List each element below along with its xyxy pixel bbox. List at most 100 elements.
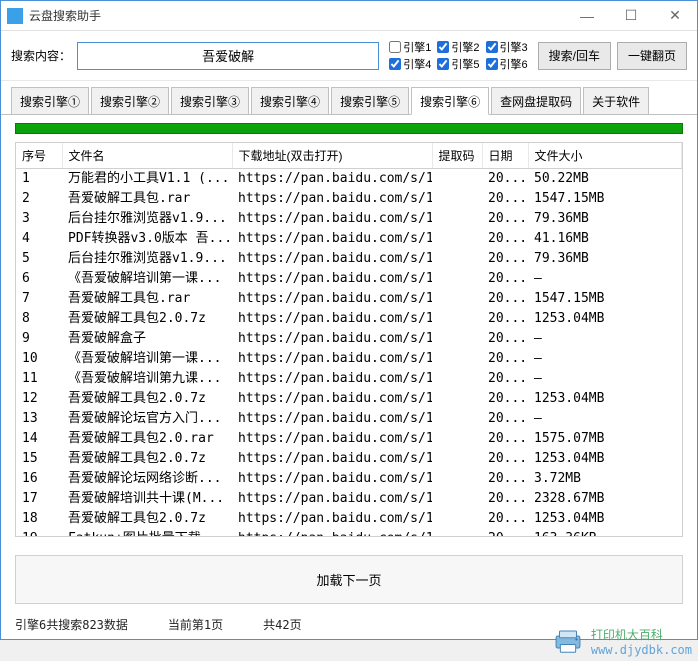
results-table: 序号 文件名 下载地址(双击打开) 提取码 日期 文件大小 1万能君的小工具V1… — [15, 142, 683, 537]
col-name[interactable]: 文件名 — [62, 143, 232, 169]
search-input[interactable] — [77, 42, 379, 70]
table-row[interactable]: 3后台挂尔雅浏览器v1.9...https://pan.baidu.com/s/… — [16, 209, 682, 229]
cell-seq: 19 — [16, 529, 62, 537]
cell-date: 20... — [482, 469, 528, 489]
cell-code — [432, 349, 482, 369]
minimize-button[interactable]: — — [565, 1, 609, 31]
cell-seq: 6 — [16, 269, 62, 289]
table-row[interactable]: 9吾爱破解盒子https://pan.baidu.com/s/1f...20..… — [16, 329, 682, 349]
engine-checkbox-6[interactable] — [486, 58, 498, 70]
cell-name: 吾爱破解论坛网络诊断... — [62, 469, 232, 489]
table-row[interactable]: 6《吾爱破解培训第一课...https://pan.baidu.com/s/14… — [16, 269, 682, 289]
col-code[interactable]: 提取码 — [432, 143, 482, 169]
table-row[interactable]: 12吾爱破解工具包2.0.7zhttps://pan.baidu.com/s/1… — [16, 389, 682, 409]
cell-name: 《吾爱破解培训第一课... — [62, 349, 232, 369]
engine-checkbox-4[interactable] — [389, 58, 401, 70]
table-row[interactable]: 18吾爱破解工具包2.0.7zhttps://pan.baidu.com/s/1… — [16, 509, 682, 529]
cell-url: https://pan.baidu.com/s/1P... — [232, 209, 432, 229]
cell-seq: 7 — [16, 289, 62, 309]
table-row[interactable]: 7吾爱破解工具包.rarhttps://pan.baidu.com/s/1m..… — [16, 289, 682, 309]
col-url[interactable]: 下载地址(双击打开) — [232, 143, 432, 169]
cell-url: https://pan.baidu.com/s/1p... — [232, 429, 432, 449]
cell-name: 吾爱破解工具包2.0.7z — [62, 309, 232, 329]
cell-name: PDF转换器v3.0版本 吾... — [62, 229, 232, 249]
table-row[interactable]: 16吾爱破解论坛网络诊断...https://pan.baidu.com/s/1… — [16, 469, 682, 489]
tab-4[interactable]: 搜索引擎⑤ — [331, 87, 409, 114]
cell-name: 《吾爱破解培训第一课... — [62, 269, 232, 289]
page-button[interactable]: 一键翻页 — [617, 42, 687, 70]
cell-size: 1253.04MB — [528, 449, 682, 469]
cell-code — [432, 269, 482, 289]
cell-name: 后台挂尔雅浏览器v1.9... — [62, 209, 232, 229]
cell-code — [432, 409, 482, 429]
col-date[interactable]: 日期 — [482, 143, 528, 169]
engine-check-3[interactable]: 引擎3 — [486, 39, 528, 55]
cell-code — [432, 209, 482, 229]
cell-code — [432, 329, 482, 349]
table-row[interactable]: 10《吾爱破解培训第一课...https://pan.baidu.com/s/1… — [16, 349, 682, 369]
load-more-button[interactable]: 加载下一页 — [15, 555, 683, 604]
cell-url: https://pan.baidu.com/s/1p... — [232, 169, 432, 190]
status-page: 当前第1页 — [168, 616, 223, 633]
col-seq[interactable]: 序号 — [16, 143, 62, 169]
table-row[interactable]: 8吾爱破解工具包2.0.7zhttps://pan.baidu.com/s/1T… — [16, 309, 682, 329]
tab-5[interactable]: 搜索引擎⑥ — [411, 87, 489, 115]
close-button[interactable]: ✕ — [653, 1, 697, 31]
cell-seq: 2 — [16, 189, 62, 209]
engine-checkbox-1[interactable] — [389, 41, 401, 53]
titlebar: 云盘搜索助手 — ☐ ✕ — [1, 1, 697, 31]
cell-size: 50.22MB — [528, 169, 682, 190]
tab-6[interactable]: 查网盘提取码 — [491, 87, 581, 114]
cell-name: 后台挂尔雅浏览器v1.9... — [62, 249, 232, 269]
watermark-url: www.djydbk.com — [591, 643, 692, 657]
tab-2[interactable]: 搜索引擎③ — [171, 87, 249, 114]
cell-code — [432, 169, 482, 190]
cell-date: 20... — [482, 369, 528, 389]
window-title: 云盘搜索助手 — [29, 7, 565, 24]
engine-checkbox-5[interactable] — [437, 58, 449, 70]
table-row[interactable]: 4PDF转换器v3.0版本 吾...https://pan.baidu.com/… — [16, 229, 682, 249]
table-row[interactable]: 17吾爱破解培训共十课(M...https://pan.baidu.com/s/… — [16, 489, 682, 509]
engine-label: 引擎3 — [500, 39, 528, 55]
table-row[interactable]: 13吾爱破解论坛官方入门...https://pan.baidu.com/s/1… — [16, 409, 682, 429]
engine-checkbox-3[interactable] — [486, 41, 498, 53]
table-row[interactable]: 5后台挂尔雅浏览器v1.9...https://pan.baidu.com/s/… — [16, 249, 682, 269]
table-row[interactable]: 2吾爱破解工具包.rarhttps://pan.baidu.com/s/1P..… — [16, 189, 682, 209]
cell-url: https://pan.baidu.com/s/1f... — [232, 329, 432, 349]
cell-size: — — [528, 369, 682, 389]
engine-check-2[interactable]: 引擎2 — [437, 39, 479, 55]
cell-date: 20... — [482, 249, 528, 269]
tab-1[interactable]: 搜索引擎② — [91, 87, 169, 114]
cell-url: https://pan.baidu.com/s/12... — [232, 389, 432, 409]
table-row[interactable]: 14吾爱破解工具包2.0.rarhttps://pan.baidu.com/s/… — [16, 429, 682, 449]
tab-3[interactable]: 搜索引擎④ — [251, 87, 329, 114]
table-row[interactable]: 1万能君的小工具V1.1 (...https://pan.baidu.com/s… — [16, 169, 682, 190]
maximize-button[interactable]: ☐ — [609, 1, 653, 31]
cell-size: — — [528, 329, 682, 349]
cell-date: 20... — [482, 509, 528, 529]
cell-size: 1253.04MB — [528, 389, 682, 409]
cell-name: 吾爱破解工具包2.0.rar — [62, 429, 232, 449]
cell-seq: 16 — [16, 469, 62, 489]
engine-check-1[interactable]: 引擎1 — [389, 39, 431, 55]
tabs: 搜索引擎①搜索引擎②搜索引擎③搜索引擎④搜索引擎⑤搜索引擎⑥查网盘提取码关于软件 — [1, 81, 697, 115]
table-row[interactable]: 15吾爱破解工具包2.0.7zhttps://pan.baidu.com/s/1… — [16, 449, 682, 469]
tab-0[interactable]: 搜索引擎① — [11, 87, 89, 114]
engine-check-6[interactable]: 引擎6 — [486, 56, 528, 72]
engine-check-5[interactable]: 引擎5 — [437, 56, 479, 72]
table-row[interactable]: 11《吾爱破解培训第九课...https://pan.baidu.com/s/1… — [16, 369, 682, 389]
tab-7[interactable]: 关于软件 — [583, 87, 649, 114]
cell-seq: 4 — [16, 229, 62, 249]
search-button[interactable]: 搜索/回车 — [538, 42, 611, 70]
cell-url: https://pan.baidu.com/s/17... — [232, 409, 432, 429]
cell-url: https://pan.baidu.com/s/1T... — [232, 309, 432, 329]
cell-date: 20... — [482, 389, 528, 409]
table-row[interactable]: 19Fatkun+图片批量下载...https://pan.baidu.com/… — [16, 529, 682, 537]
engine-checkbox-2[interactable] — [437, 41, 449, 53]
cell-date: 20... — [482, 309, 528, 329]
engine-label: 引擎4 — [403, 56, 431, 72]
cell-date: 20... — [482, 409, 528, 429]
engine-check-4[interactable]: 引擎4 — [389, 56, 431, 72]
cell-date: 20... — [482, 429, 528, 449]
col-size[interactable]: 文件大小 — [528, 143, 682, 169]
